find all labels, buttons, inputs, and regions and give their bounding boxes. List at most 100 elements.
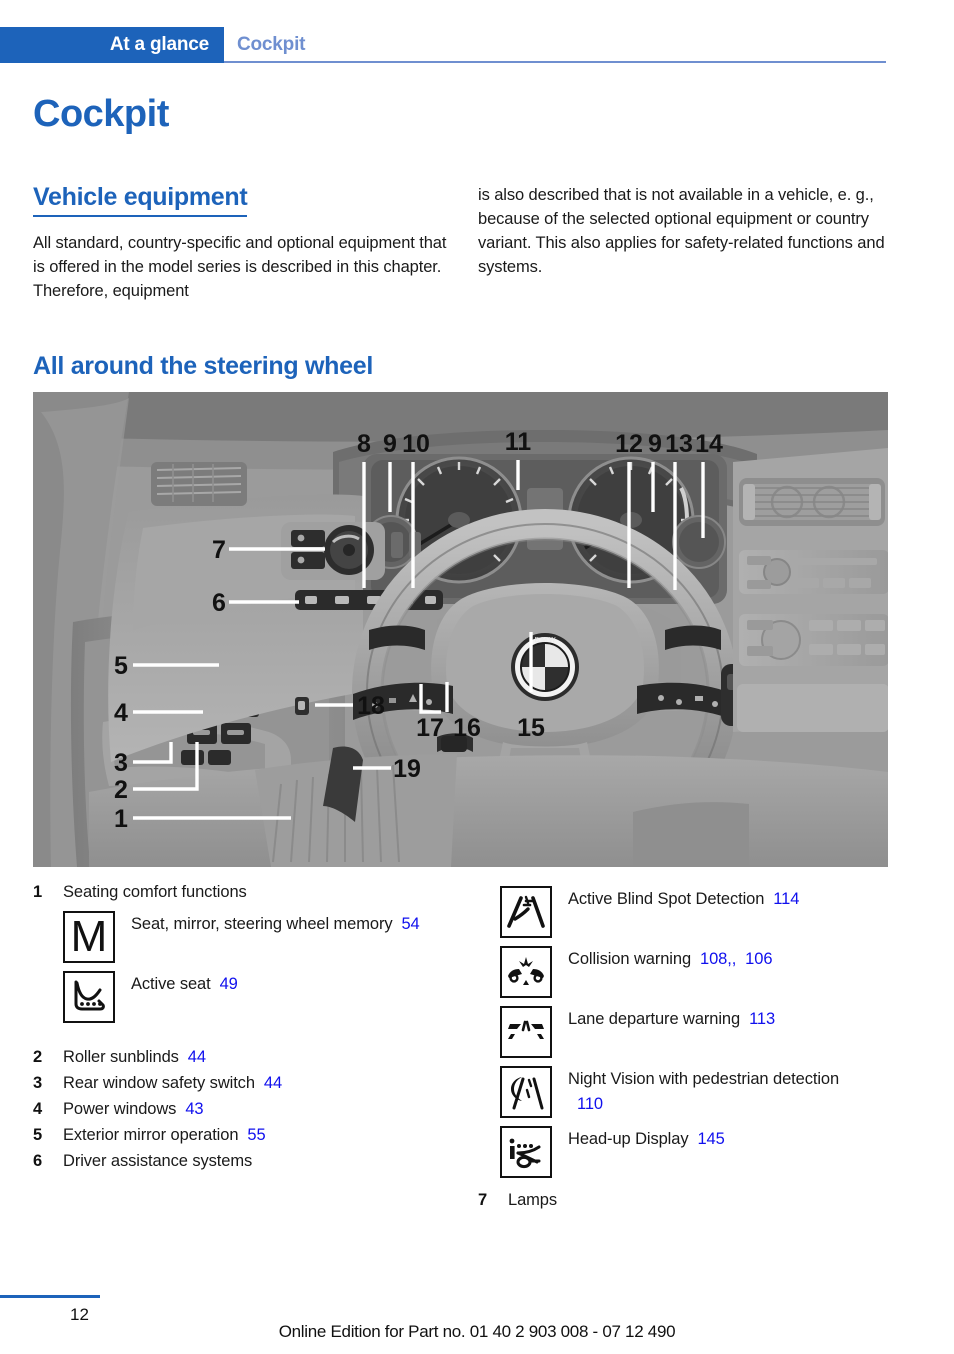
page-reference[interactable]: 114 — [764, 890, 799, 908]
vehicle-equipment-column-right: is also described that is not available … — [478, 183, 900, 279]
legend-item-1: 1 Seating comfort functions — [33, 880, 473, 905]
legend-icon-item-collision-warning: Collision warning 108,, 106 — [500, 946, 920, 998]
manual-page: At a glance Cockpit Cockpit Vehicle equi… — [0, 0, 954, 1354]
callout-9a: 9 — [383, 430, 397, 458]
legend-item-3: 3 Rear window safety switch 44 — [33, 1071, 473, 1096]
legend-number: 4 — [33, 1100, 43, 1118]
legend-label: Driver assistance systems — [63, 1152, 253, 1170]
callout-8: 8 — [357, 430, 371, 458]
page-reference[interactable]: 110 — [568, 1095, 603, 1113]
legend-right: Active Blind Spot Detection 114 Collision… — [470, 880, 920, 1214]
callout-6: 6 — [212, 589, 226, 617]
callout-12: 12 — [615, 430, 643, 458]
page-reference-secondary[interactable]: 106 — [736, 950, 772, 968]
page-title: Cockpit — [33, 93, 169, 135]
legend-icon-text: Active Blind Spot Detection — [568, 890, 765, 908]
active-seat-icon — [63, 971, 115, 1023]
legend-icon-label: Seat, mirror, steering wheel memory 54 — [131, 911, 420, 937]
legend-item-7: 7 Lamps — [478, 1188, 920, 1213]
legend-number: 5 — [33, 1126, 43, 1144]
legend-icon-text: Active seat — [131, 975, 211, 993]
page-reference[interactable]: 145 — [688, 1130, 724, 1148]
active-blind-spot-detection-icon — [500, 886, 552, 938]
legend-icon-item-blind-spot: Active Blind Spot Detection 114 — [500, 886, 920, 938]
footer-divider — [0, 1295, 100, 1298]
collision-warning-icon — [500, 946, 552, 998]
legend-label: Seating comfort functions — [63, 883, 247, 901]
callout-11: 11 — [505, 428, 532, 456]
night-vision-pedestrian-icon — [500, 1066, 552, 1118]
legend-item-4: 4 Power windows 43 — [33, 1097, 473, 1122]
legend-icon-text: Seat, mirror, steering wheel memory — [131, 915, 393, 933]
legend-icon-label: Head-up Display 145 — [568, 1126, 725, 1152]
header-divider — [224, 61, 886, 63]
legend-icon-item-seat-memory: M Seat, mirror, steering wheel memory 54 — [63, 911, 473, 963]
vehicle-equipment-paragraph-right: is also described that is not available … — [478, 186, 885, 276]
legend-icon-item-lane-departure: Lane departure warning 113 — [500, 1006, 920, 1058]
legend-label: Exterior mirror operation 55 — [63, 1123, 266, 1148]
lane-departure-warning-icon — [500, 1006, 552, 1058]
legend-icon-item-head-up-display: Head-up Display 145 — [500, 1126, 920, 1178]
vehicle-equipment-paragraph-left: All standard, country-specific and optio… — [33, 234, 447, 300]
callout-10: 10 — [402, 430, 430, 458]
page-reference[interactable]: 44 — [255, 1074, 282, 1092]
page-reference[interactable]: 49 — [211, 975, 238, 993]
header-section-tab: At a glance — [0, 27, 224, 63]
memory-m-icon: M — [63, 911, 115, 963]
callout-5: 5 — [114, 652, 128, 680]
head-up-display-icon — [500, 1126, 552, 1178]
callout-19: 19 — [393, 755, 421, 783]
page-header: At a glance Cockpit — [0, 27, 954, 63]
page-reference[interactable]: 113 — [740, 1010, 775, 1028]
legend-text: Rear window safety switch — [63, 1074, 255, 1092]
legend-label: Power windows 43 — [63, 1097, 204, 1122]
legend-number: 3 — [33, 1074, 43, 1092]
legend-text: Roller sunblinds — [63, 1048, 179, 1066]
callout-2: 2 — [114, 776, 128, 804]
legend-icon-label: Collision warning 108,, 106 — [568, 946, 773, 972]
memory-letter: M — [70, 912, 108, 961]
callout-16: 16 — [453, 714, 481, 742]
steering-wheel-heading: All around the steering wheel — [33, 352, 373, 380]
legend-number: 7 — [478, 1191, 488, 1209]
legend-label: Rear window safety switch 44 — [63, 1071, 282, 1096]
legend-number: 2 — [33, 1048, 43, 1066]
legend-label: Lamps — [508, 1191, 558, 1209]
legend-icon-text: Night Vision with pedestrian detection — [568, 1070, 840, 1088]
page-reference[interactable]: 44 — [179, 1048, 206, 1066]
vehicle-equipment-column-left: Vehicle equipment All standard, country-… — [33, 183, 455, 303]
legend-item-2: 2 Roller sunblinds 44 — [33, 1045, 473, 1070]
callout-9b: 9 — [648, 430, 662, 458]
legend-icon-label: Lane departure warning 113 — [568, 1006, 775, 1032]
legend-left: 1 Seating comfort functions M Seat, mirr… — [33, 880, 473, 1175]
legend-icon-text: Head-up Display — [568, 1130, 689, 1148]
legend-icon-text: Collision warning — [568, 950, 692, 968]
legend-label: Roller sunblinds 44 — [63, 1045, 206, 1070]
legend-icon-label: Active Blind Spot Detection 114 — [568, 886, 799, 912]
footer-edition-note: Online Edition for Part no. 01 40 2 903 … — [278, 1322, 676, 1341]
legend-icon-text: Lane departure warning — [568, 1010, 741, 1028]
legend-icon-item-active-seat: Active seat 49 — [63, 971, 473, 1023]
page-reference[interactable]: 43 — [176, 1100, 203, 1118]
callout-18: 18 — [357, 692, 385, 720]
page-reference[interactable]: 54 — [393, 915, 419, 933]
legend-icon-item-night-vision: Night Vision with pedestrian detection 11… — [500, 1066, 920, 1118]
callout-7: 7 — [212, 536, 226, 564]
callout-1: 1 — [114, 805, 128, 833]
callout-15: 15 — [517, 714, 545, 742]
svg-text:B M W: B M W — [535, 637, 556, 644]
legend-item-5: 5 Exterior mirror operation 55 — [33, 1123, 473, 1148]
legend-icon-label: Night Vision with pedestrian detection 11… — [568, 1066, 868, 1117]
callout-4: 4 — [114, 699, 128, 727]
legend-number: 6 — [33, 1152, 43, 1170]
legend-text: Power windows — [63, 1100, 177, 1118]
vehicle-equipment-heading: Vehicle equipment — [33, 183, 248, 217]
cockpit-figure: B M W 8 9 10 11 12 9 13 14 7 6 5 4 3 2 1… — [33, 392, 888, 867]
page-reference[interactable]: 108,, — [691, 950, 736, 968]
legend-item-6: 6 Driver assistance systems — [33, 1149, 473, 1174]
page-reference[interactable]: 55 — [238, 1126, 265, 1144]
header-chapter-label: Cockpit — [237, 34, 306, 55]
legend-number: 1 — [33, 883, 43, 901]
legend-icon-label: Active seat 49 — [131, 971, 238, 997]
callout-13: 13 — [665, 430, 693, 458]
